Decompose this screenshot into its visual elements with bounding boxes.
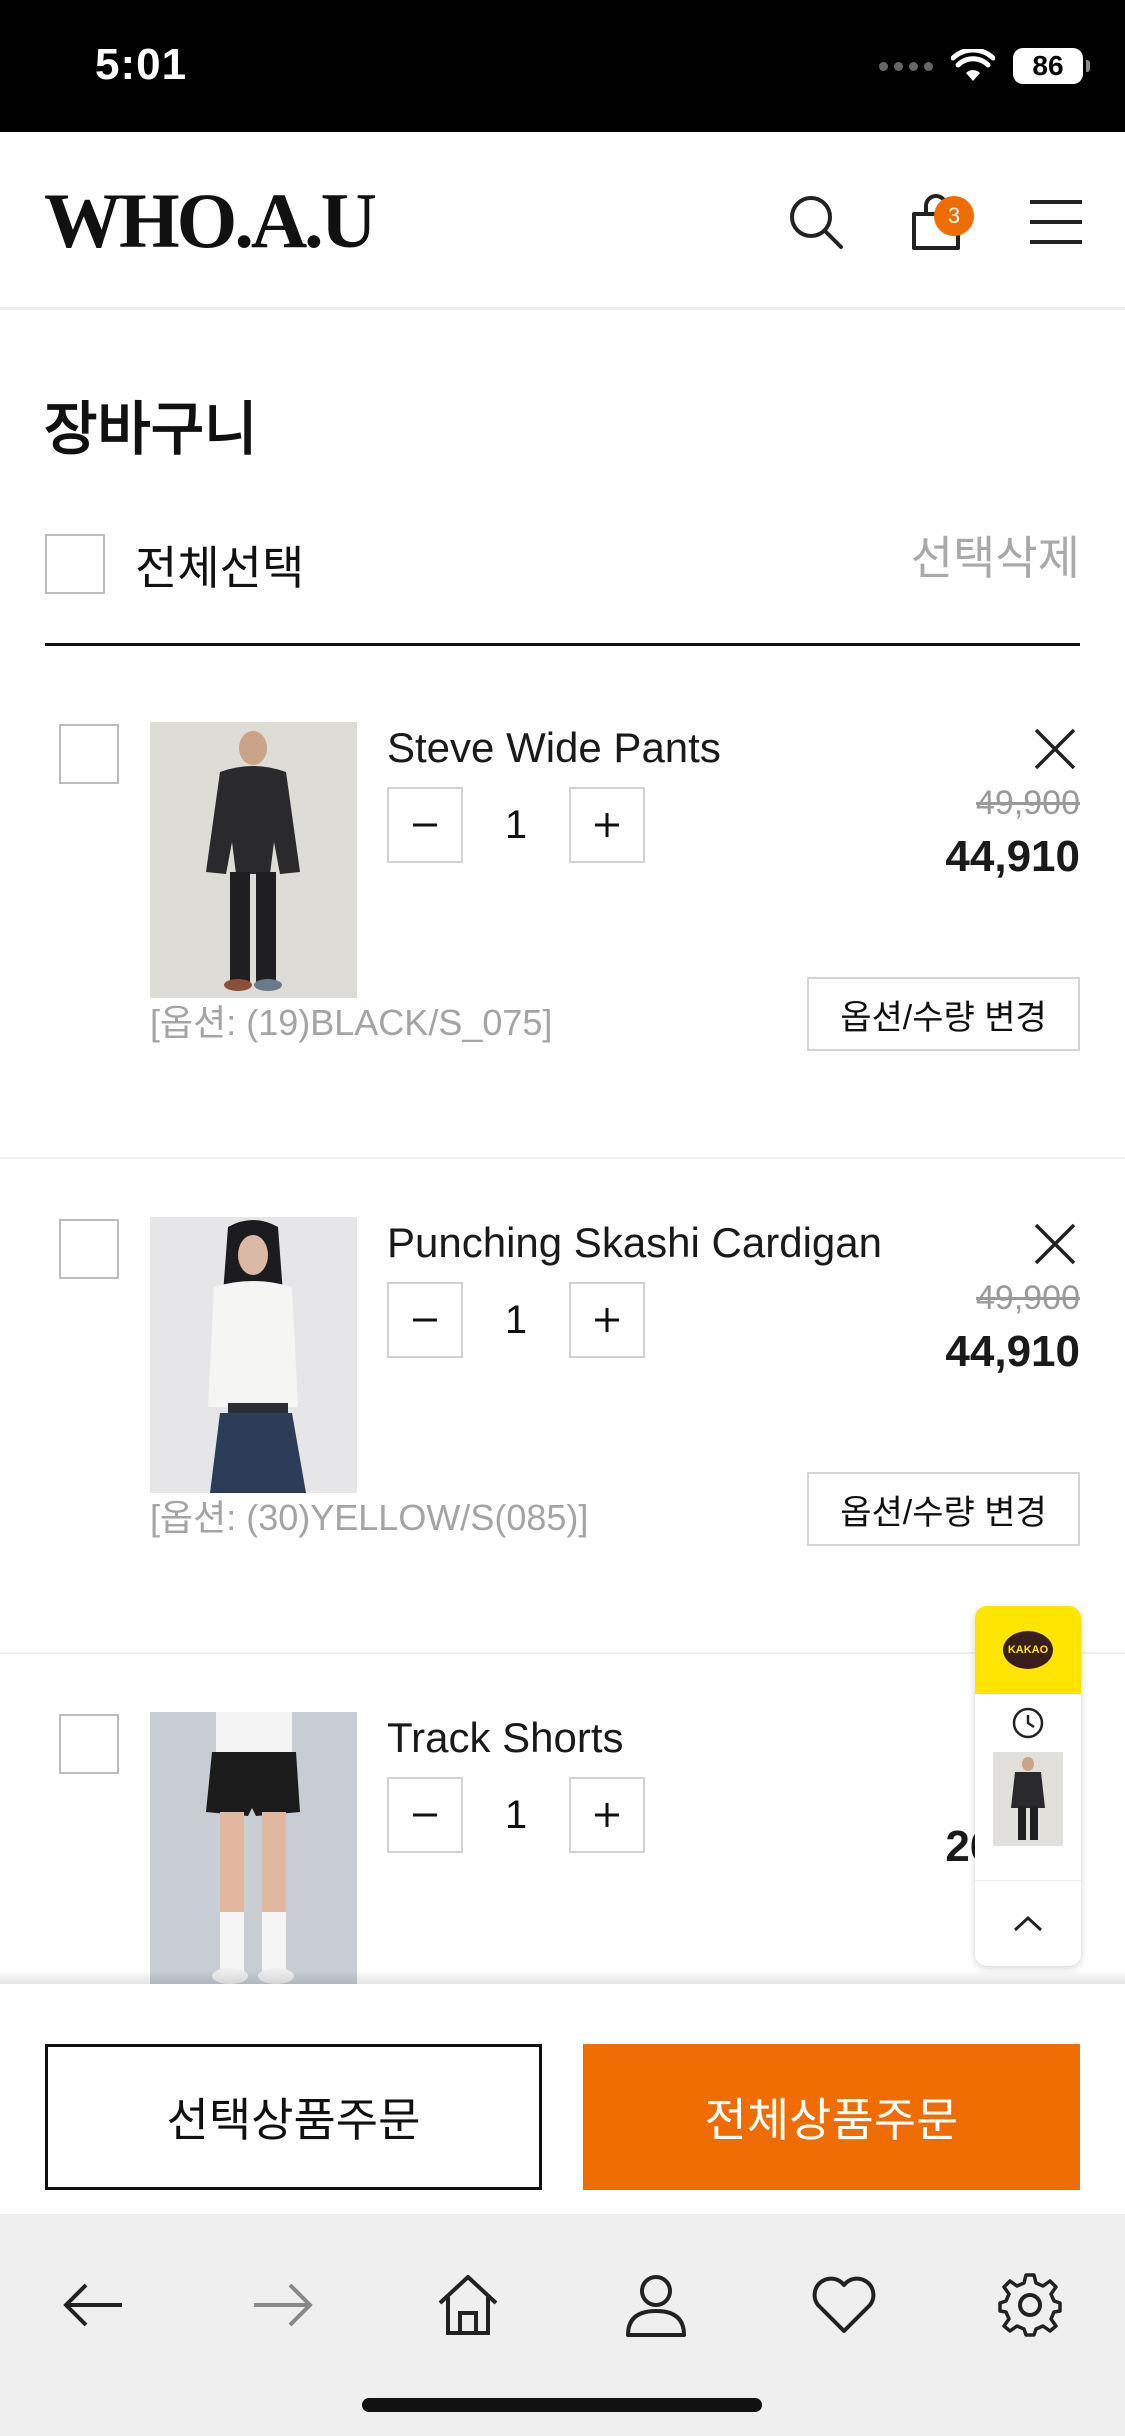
- delete-selected-button[interactable]: 선택삭제: [911, 522, 1080, 588]
- select-all-label[interactable]: 전체선택: [135, 532, 304, 598]
- recent-view-button[interactable]: [975, 1694, 1081, 1752]
- product-image[interactable]: [150, 722, 357, 998]
- plus-icon: [595, 1308, 619, 1332]
- settings-icon[interactable]: [994, 2269, 1066, 2341]
- recent-product-thumbnail[interactable]: [993, 1752, 1063, 1846]
- home-icon[interactable]: [432, 2269, 504, 2341]
- chevron-up-icon: [1013, 1915, 1043, 1931]
- increase-quantity-button[interactable]: [569, 1777, 645, 1853]
- close-icon[interactable]: [1030, 724, 1080, 774]
- battery-indicator: 86: [1013, 48, 1090, 84]
- cart-item: Steve Wide Pants 1 49,900 44,910 [옵션: (1…: [0, 664, 1125, 1159]
- wifi-icon: [951, 49, 995, 81]
- change-option-button[interactable]: 옵션/수량 변경: [807, 1472, 1080, 1546]
- back-arrow-icon[interactable]: [58, 2269, 130, 2341]
- minus-icon: [413, 1813, 437, 1817]
- status-indicators: 86: [879, 48, 1090, 84]
- item-checkbox[interactable]: [59, 724, 119, 784]
- decrease-quantity-button[interactable]: [387, 787, 463, 863]
- cart-count-badge: 3: [934, 196, 974, 236]
- product-option: [옵션: (19)BLACK/S_075]: [150, 1002, 553, 1043]
- order-bar: 선택상품주문 전체상품주문: [0, 1984, 1125, 2214]
- increase-quantity-button[interactable]: [569, 787, 645, 863]
- forward-arrow-icon[interactable]: [246, 2269, 318, 2341]
- status-bar: 5:01 86: [0, 0, 1125, 132]
- status-time: 5:01: [95, 40, 188, 89]
- sale-price: 44,910: [945, 832, 1080, 881]
- minus-icon: [413, 823, 437, 827]
- brand-logo[interactable]: WHO.A.U: [44, 176, 377, 266]
- decrease-quantity-button[interactable]: [387, 1282, 463, 1358]
- heart-icon[interactable]: [808, 2269, 880, 2341]
- divider: [45, 643, 1080, 646]
- cart-item: Punching Skashi Cardigan 1 49,900 44,910…: [0, 1159, 1125, 1654]
- page-title: 장바구니: [44, 397, 258, 462]
- floating-quick-menu: KAKAO: [975, 1606, 1081, 1966]
- menu-icon[interactable]: [1024, 190, 1088, 254]
- close-icon[interactable]: [1030, 1219, 1080, 1269]
- quantity-stepper: 1: [387, 787, 645, 863]
- site-header: WHO.A.U 3: [0, 132, 1125, 310]
- decrease-quantity-button[interactable]: [387, 1777, 463, 1853]
- order-selected-button[interactable]: 선택상품주문: [45, 2044, 542, 2190]
- kakao-chat-button[interactable]: KAKAO: [975, 1606, 1081, 1694]
- product-name[interactable]: Track Shorts: [387, 1714, 624, 1762]
- increase-quantity-button[interactable]: [569, 1282, 645, 1358]
- quantity-stepper: 1: [387, 1777, 645, 1853]
- change-option-button[interactable]: 옵션/수량 변경: [807, 977, 1080, 1051]
- minus-icon: [413, 1318, 437, 1322]
- scroll-to-top-button[interactable]: [975, 1880, 1081, 1966]
- sale-price: 44,910: [945, 1327, 1080, 1376]
- original-price: 49,900: [976, 1279, 1080, 1317]
- select-all-checkbox[interactable]: [45, 534, 105, 594]
- home-indicator: [362, 2398, 762, 2412]
- profile-icon[interactable]: [620, 2269, 692, 2341]
- kakao-icon: KAKAO: [1003, 1631, 1053, 1669]
- item-checkbox[interactable]: [59, 1219, 119, 1279]
- order-all-button[interactable]: 전체상품주문: [583, 2044, 1080, 2190]
- product-image[interactable]: [150, 1217, 357, 1493]
- clock-icon: [1012, 1707, 1044, 1739]
- signal-icon: [879, 61, 933, 71]
- quantity-stepper: 1: [387, 1282, 645, 1358]
- quantity-value: 1: [504, 1792, 528, 1837]
- plus-icon: [595, 1803, 619, 1827]
- product-name[interactable]: Punching Skashi Cardigan: [387, 1219, 882, 1267]
- item-checkbox[interactable]: [59, 1714, 119, 1774]
- original-price: 49,900: [976, 784, 1080, 822]
- product-option: [옵션: (30)YELLOW/S(085)]: [150, 1497, 589, 1538]
- search-icon[interactable]: [784, 190, 848, 254]
- quantity-value: 1: [504, 1297, 528, 1342]
- product-name[interactable]: Steve Wide Pants: [387, 724, 721, 772]
- quantity-value: 1: [504, 802, 528, 847]
- plus-icon: [595, 813, 619, 837]
